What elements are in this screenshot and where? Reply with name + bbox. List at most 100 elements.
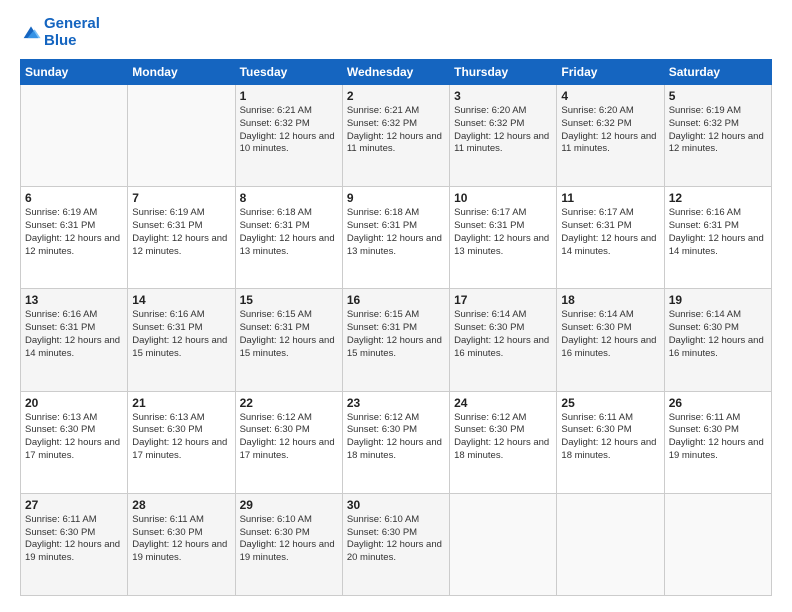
day-number: 15: [240, 293, 338, 307]
day-info: Sunrise: 6:11 AM Sunset: 6:30 PM Dayligh…: [561, 412, 659, 463]
calendar-cell: 18Sunrise: 6:14 AM Sunset: 6:30 PM Dayli…: [557, 289, 664, 391]
calendar-cell: 11Sunrise: 6:17 AM Sunset: 6:31 PM Dayli…: [557, 187, 664, 289]
day-number: 20: [25, 396, 123, 410]
day-info: Sunrise: 6:16 AM Sunset: 6:31 PM Dayligh…: [132, 309, 230, 360]
calendar-cell: 23 Sunrise: 6:12 AM Sunset: 6:30 PM Dayli…: [342, 391, 449, 493]
day-number: 30: [347, 498, 445, 512]
calendar-header-sunday: Sunday: [21, 60, 128, 85]
calendar-week-1: 1Sunrise: 6:21 AM Sunset: 6:32 PM Daylig…: [21, 85, 772, 187]
day-number: 7: [132, 191, 230, 205]
calendar-week-5: 27 Sunrise: 6:11 AM Sunset: 6:30 PM Dayli…: [21, 493, 772, 595]
calendar-header-thursday: Thursday: [450, 60, 557, 85]
day-number: 17: [454, 293, 552, 307]
day-number: 5: [669, 89, 767, 103]
page: General Blue SundayMondayTuesdayWednesda…: [0, 0, 792, 612]
day-info: Sunrise: 6:19 AM Sunset: 6:31 PM Dayligh…: [25, 207, 123, 258]
day-info: Sunrise: 6:17 AM Sunset: 6:31 PM Dayligh…: [454, 207, 552, 258]
header: General Blue: [20, 16, 772, 49]
day-number: 22: [240, 396, 338, 410]
calendar-header-wednesday: Wednesday: [342, 60, 449, 85]
calendar-cell: 27 Sunrise: 6:11 AM Sunset: 6:30 PM Dayli…: [21, 493, 128, 595]
calendar-cell: 28 Sunrise: 6:11 AM Sunset: 6:30 PM Dayli…: [128, 493, 235, 595]
day-number: 29: [240, 498, 338, 512]
day-info: Sunrise: 6:12 AM Sunset: 6:30 PM Dayligh…: [347, 412, 445, 463]
calendar-cell: 7 Sunrise: 6:19 AM Sunset: 6:31 PM Daylig…: [128, 187, 235, 289]
day-info: Sunrise: 6:10 AM Sunset: 6:30 PM Dayligh…: [347, 514, 445, 565]
calendar-cell: 17 Sunrise: 6:14 AM Sunset: 6:30 PM Dayli…: [450, 289, 557, 391]
day-info: Sunrise: 6:14 AM Sunset: 6:30 PM Dayligh…: [561, 309, 659, 360]
day-info: Sunrise: 6:16 AM Sunset: 6:31 PM Dayligh…: [669, 207, 767, 258]
day-number: 27: [25, 498, 123, 512]
day-info: Sunrise: 6:19 AM Sunset: 6:32 PM Dayligh…: [669, 105, 767, 156]
day-number: 16: [347, 293, 445, 307]
day-info: Sunrise: 6:19 AM Sunset: 6:31 PM Dayligh…: [132, 207, 230, 258]
day-number: 14: [132, 293, 230, 307]
calendar-cell: 15 Sunrise: 6:15 AM Sunset: 6:31 PM Dayli…: [235, 289, 342, 391]
calendar-cell: 19Sunrise: 6:14 AM Sunset: 6:30 PM Dayli…: [664, 289, 771, 391]
day-info: Sunrise: 6:13 AM Sunset: 6:30 PM Dayligh…: [132, 412, 230, 463]
calendar-cell: [664, 493, 771, 595]
calendar-week-4: 20 Sunrise: 6:13 AM Sunset: 6:30 PM Dayli…: [21, 391, 772, 493]
day-info: Sunrise: 6:11 AM Sunset: 6:30 PM Dayligh…: [669, 412, 767, 463]
day-info: Sunrise: 6:18 AM Sunset: 6:31 PM Dayligh…: [347, 207, 445, 258]
day-info: Sunrise: 6:12 AM Sunset: 6:30 PM Dayligh…: [240, 412, 338, 463]
day-info: Sunrise: 6:20 AM Sunset: 6:32 PM Dayligh…: [561, 105, 659, 156]
calendar-cell: [450, 493, 557, 595]
day-info: Sunrise: 6:16 AM Sunset: 6:31 PM Dayligh…: [25, 309, 123, 360]
calendar-header-monday: Monday: [128, 60, 235, 85]
day-number: 11: [561, 191, 659, 205]
day-info: Sunrise: 6:11 AM Sunset: 6:30 PM Dayligh…: [132, 514, 230, 565]
calendar-cell: 8Sunrise: 6:18 AM Sunset: 6:31 PM Daylig…: [235, 187, 342, 289]
calendar-cell: 30 Sunrise: 6:10 AM Sunset: 6:30 PM Dayli…: [342, 493, 449, 595]
calendar-cell: 14 Sunrise: 6:16 AM Sunset: 6:31 PM Dayli…: [128, 289, 235, 391]
day-info: Sunrise: 6:20 AM Sunset: 6:32 PM Dayligh…: [454, 105, 552, 156]
calendar-header-saturday: Saturday: [664, 60, 771, 85]
day-info: Sunrise: 6:15 AM Sunset: 6:31 PM Dayligh…: [347, 309, 445, 360]
calendar-cell: 20 Sunrise: 6:13 AM Sunset: 6:30 PM Dayli…: [21, 391, 128, 493]
day-number: 2: [347, 89, 445, 103]
calendar-week-2: 6 Sunrise: 6:19 AM Sunset: 6:31 PM Daylig…: [21, 187, 772, 289]
day-info: Sunrise: 6:13 AM Sunset: 6:30 PM Dayligh…: [25, 412, 123, 463]
calendar-table: SundayMondayTuesdayWednesdayThursdayFrid…: [20, 59, 772, 596]
day-info: Sunrise: 6:11 AM Sunset: 6:30 PM Dayligh…: [25, 514, 123, 565]
day-info: Sunrise: 6:21 AM Sunset: 6:32 PM Dayligh…: [240, 105, 338, 156]
day-number: 21: [132, 396, 230, 410]
day-info: Sunrise: 6:15 AM Sunset: 6:31 PM Dayligh…: [240, 309, 338, 360]
day-info: Sunrise: 6:14 AM Sunset: 6:30 PM Dayligh…: [454, 309, 552, 360]
calendar-cell: 24 Sunrise: 6:12 AM Sunset: 6:30 PM Dayli…: [450, 391, 557, 493]
calendar-cell: 16 Sunrise: 6:15 AM Sunset: 6:31 PM Dayli…: [342, 289, 449, 391]
day-number: 9: [347, 191, 445, 205]
logo: General Blue: [20, 16, 100, 49]
day-number: 13: [25, 293, 123, 307]
calendar-header-row: SundayMondayTuesdayWednesdayThursdayFrid…: [21, 60, 772, 85]
day-number: 6: [25, 191, 123, 205]
day-number: 3: [454, 89, 552, 103]
calendar-cell: 25 Sunrise: 6:11 AM Sunset: 6:30 PM Dayli…: [557, 391, 664, 493]
day-number: 8: [240, 191, 338, 205]
day-info: Sunrise: 6:12 AM Sunset: 6:30 PM Dayligh…: [454, 412, 552, 463]
day-number: 12: [669, 191, 767, 205]
day-number: 23: [347, 396, 445, 410]
calendar-cell: 5 Sunrise: 6:19 AM Sunset: 6:32 PM Daylig…: [664, 85, 771, 187]
day-number: 19: [669, 293, 767, 307]
logo-text: General Blue: [44, 16, 100, 49]
day-number: 26: [669, 396, 767, 410]
calendar-cell: [128, 85, 235, 187]
day-info: Sunrise: 6:21 AM Sunset: 6:32 PM Dayligh…: [347, 105, 445, 156]
calendar-cell: 6 Sunrise: 6:19 AM Sunset: 6:31 PM Daylig…: [21, 187, 128, 289]
calendar-cell: [21, 85, 128, 187]
calendar-cell: 22 Sunrise: 6:12 AM Sunset: 6:30 PM Dayli…: [235, 391, 342, 493]
day-number: 28: [132, 498, 230, 512]
calendar-cell: 4 Sunrise: 6:20 AM Sunset: 6:32 PM Daylig…: [557, 85, 664, 187]
day-number: 10: [454, 191, 552, 205]
day-number: 25: [561, 396, 659, 410]
logo-icon: [20, 22, 42, 44]
day-number: 4: [561, 89, 659, 103]
calendar-cell: 1Sunrise: 6:21 AM Sunset: 6:32 PM Daylig…: [235, 85, 342, 187]
day-number: 24: [454, 396, 552, 410]
calendar-cell: [557, 493, 664, 595]
calendar-cell: 9 Sunrise: 6:18 AM Sunset: 6:31 PM Daylig…: [342, 187, 449, 289]
calendar-cell: 12 Sunrise: 6:16 AM Sunset: 6:31 PM Dayli…: [664, 187, 771, 289]
calendar-week-3: 13 Sunrise: 6:16 AM Sunset: 6:31 PM Dayli…: [21, 289, 772, 391]
calendar-cell: 2 Sunrise: 6:21 AM Sunset: 6:32 PM Daylig…: [342, 85, 449, 187]
